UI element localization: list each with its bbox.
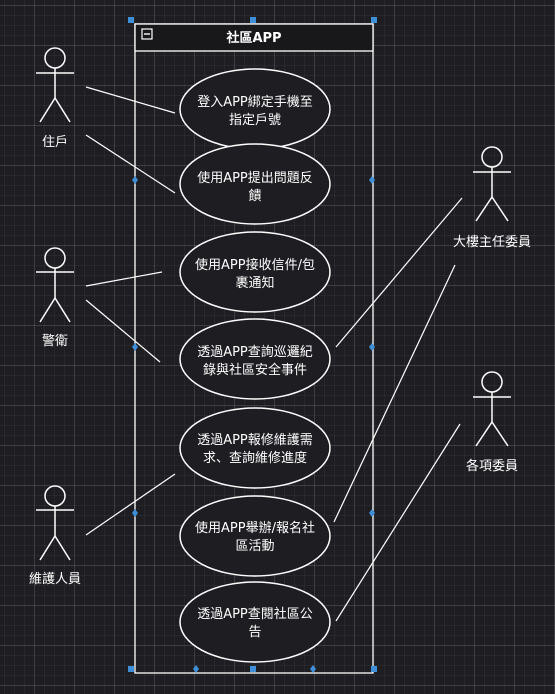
resize-handle[interactable] [128,17,134,23]
use-case-uc1[interactable]: 登入APP綁定手機至 指定戶號 [179,68,331,150]
actor-resident[interactable]: 住戶 [36,47,74,150]
use-case-label: 透過APP查閱社區公 [197,606,313,622]
use-case-uc6[interactable]: 使用APP舉辦/報名社 區活動 [179,495,331,577]
use-case-label: 使用APP提出問題反 [197,170,313,186]
stick-figure-icon [473,371,511,447]
use-case-uc3[interactable]: 使用APP接收信件/包 裹通知 [179,231,331,313]
association-resident-uc1[interactable] [85,86,176,114]
use-case-uc4[interactable]: 透過APP查詢巡邏紀 錄與社區安全事件 [179,318,331,400]
actor-label: 大樓主任委員 [453,235,531,250]
resize-handle[interactable] [128,666,134,672]
actor-label: 警衛 [42,333,68,349]
use-case-label: 錄與社區安全事件 [203,362,307,378]
connection-point[interactable] [193,665,199,673]
actor-maintenance[interactable]: 維護人員 [29,485,81,587]
use-case-label: 告 [248,625,261,640]
actor-member[interactable]: 各項委員 [466,371,518,474]
actor-label: 各項委員 [466,458,518,474]
use-case-label: 饋 [248,189,261,204]
resize-handle[interactable] [371,17,377,23]
system-title: 社區APP [225,30,281,46]
resize-handle[interactable] [250,666,256,672]
use-case-uc7[interactable]: 透過APP查閱社區公 告 [179,581,331,663]
actor-label: 住戶 [42,135,68,150]
stick-figure-icon [36,247,74,323]
actor-guard[interactable]: 警衛 [36,247,74,349]
connection-point[interactable] [369,509,375,517]
use-case-label: 透過APP報修維護需 [197,432,313,448]
connection-point[interactable] [369,176,375,184]
use-case-label: 登入APP綁定手機至 [197,95,313,110]
connection-point[interactable] [132,176,138,184]
use-case-label: 指定戶號 [229,113,281,128]
association-chair-uc6[interactable] [333,264,456,523]
use-case-diagram: 社區APP 登入APP綁定手機至 指定戶號 使用APP提出問題反 饋 使用APP… [29,17,531,674]
connection-point[interactable] [132,343,138,351]
use-case-label: 求、查詢維修進度 [203,450,307,466]
connection-point[interactable] [369,343,375,351]
stick-figure-icon [36,47,74,123]
association-member-uc7[interactable] [335,423,461,622]
actor-chair[interactable]: 大樓主任委員 [453,146,531,250]
association-chair-uc4[interactable] [335,197,463,348]
association-maintenance-uc5[interactable] [85,473,176,536]
stick-figure-icon [36,485,74,561]
use-case-label: 裹通知 [235,275,274,291]
connection-point[interactable] [310,665,316,673]
use-case-label: 使用APP舉辦/報名社 [195,520,315,536]
association-guard-uc3[interactable] [85,271,163,287]
use-case-uc5[interactable]: 透過APP報修維護需 求、查詢維修進度 [179,407,331,489]
resize-handle[interactable] [371,666,377,672]
resize-handle[interactable] [250,17,256,23]
connection-point[interactable] [132,509,138,517]
use-case-uc2[interactable]: 使用APP提出問題反 饋 [179,143,331,225]
association-resident-uc2[interactable] [85,134,176,194]
use-case-label: 區活動 [235,539,274,554]
stick-figure-icon [473,146,511,222]
association-guard-uc4[interactable] [85,299,161,363]
use-case-label: 使用APP接收信件/包 [195,257,315,273]
actor-label: 維護人員 [29,571,81,587]
use-case-label: 透過APP查詢巡邏紀 [197,344,313,360]
